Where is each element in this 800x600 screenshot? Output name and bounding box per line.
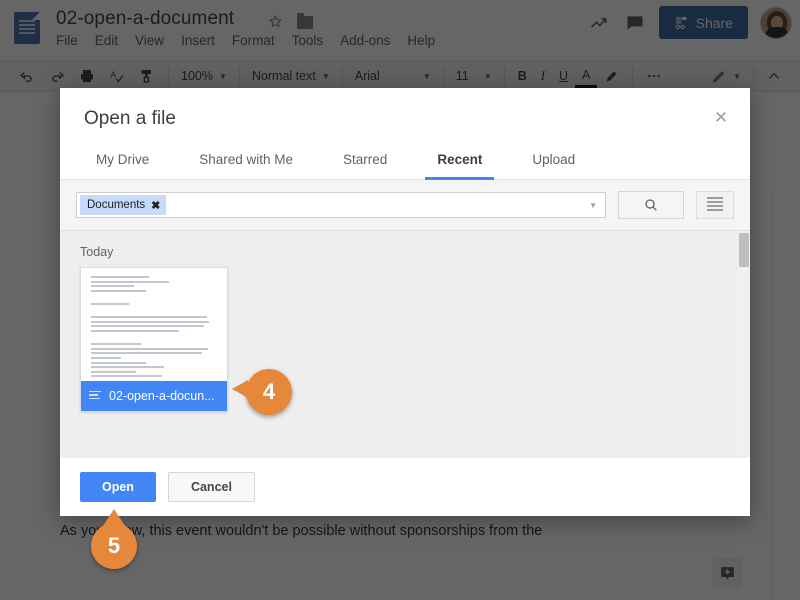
tab-starred[interactable]: Starred (331, 146, 399, 179)
section-label-today: Today (80, 245, 114, 259)
file-thumbnail (81, 268, 227, 381)
dialog-footer: Open Cancel (60, 458, 750, 516)
tab-upload[interactable]: Upload (520, 146, 587, 179)
screen: 02-open-a-document File Edit View Insert… (0, 0, 800, 600)
list-view-bars (707, 197, 723, 213)
chip-label: Documents (87, 199, 146, 211)
open-file-dialog: Open a file ✕ My Drive Shared with Me St… (60, 88, 750, 516)
cancel-button[interactable]: Cancel (167, 472, 255, 502)
dialog-tabs: My Drive Shared with Me Starred Recent U… (60, 130, 750, 180)
callout-step-5: 5 (91, 509, 137, 569)
file-name: 02-open-a-docun... (109, 389, 215, 403)
dialog-title: Open a file (84, 108, 176, 129)
dialog-search-bar: Documents ✖ ▼ (60, 180, 750, 231)
file-grid: 02-open-a-docun... (60, 267, 750, 412)
dialog-file-list: Today 02-open-a-docun... (60, 231, 750, 458)
open-button[interactable]: Open (80, 472, 156, 502)
chip-remove-icon[interactable]: ✖ (151, 199, 160, 212)
close-icon[interactable]: ✕ (710, 106, 732, 128)
tab-shared-with-me[interactable]: Shared with Me (187, 146, 305, 179)
scrollbar-thumb[interactable] (739, 233, 749, 267)
search-input[interactable]: Documents ✖ ▼ (76, 192, 606, 218)
file-label[interactable]: 02-open-a-docun... (81, 381, 227, 411)
tab-my-drive[interactable]: My Drive (84, 146, 161, 179)
list-view-icon[interactable] (696, 191, 734, 219)
chevron-down-icon[interactable]: ▼ (589, 201, 597, 210)
vertical-scrollbar[interactable] (738, 231, 750, 458)
search-button[interactable] (618, 191, 684, 219)
search-icon (645, 199, 657, 211)
callout-step-4: 4 (232, 369, 292, 415)
filter-chip-documents[interactable]: Documents ✖ (80, 195, 167, 215)
doc-lines-icon (89, 390, 101, 402)
tab-recent[interactable]: Recent (425, 146, 495, 180)
file-card[interactable]: 02-open-a-docun... (80, 267, 228, 412)
